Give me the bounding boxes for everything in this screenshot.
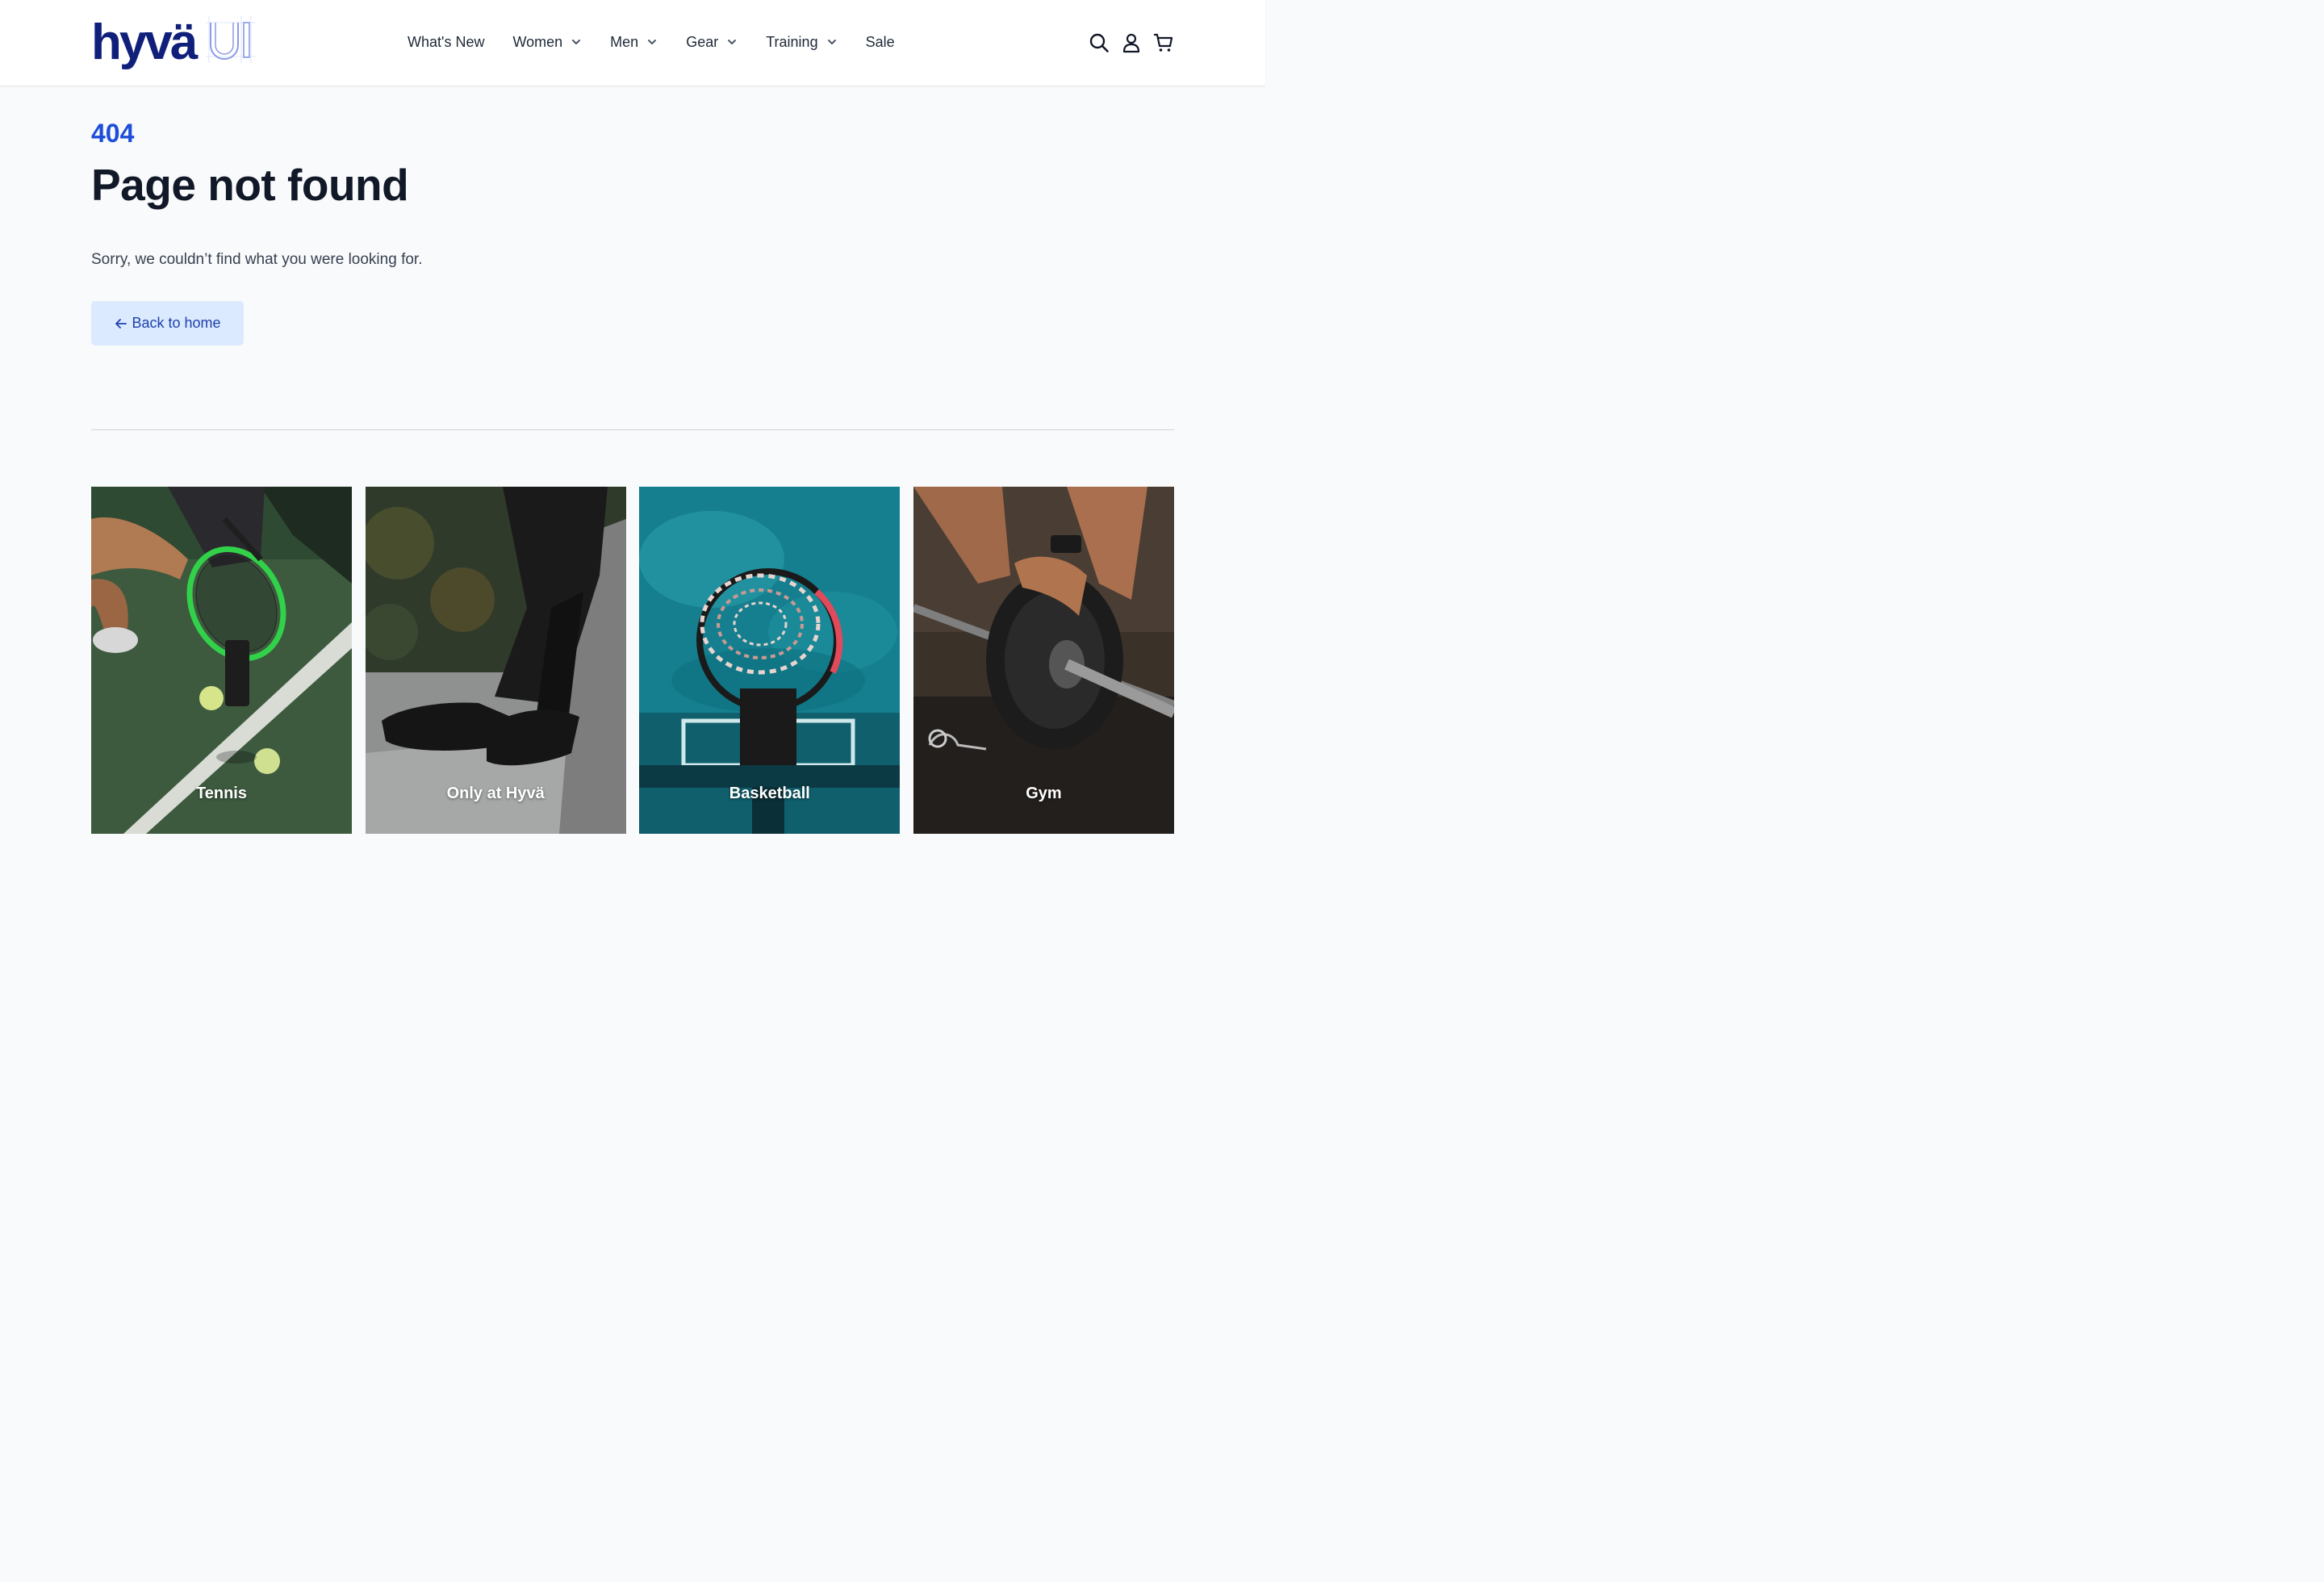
chevron-down-icon: [646, 36, 658, 48]
search-icon: [1089, 33, 1109, 52]
nav-item-whats-new[interactable]: What's New: [408, 34, 484, 51]
back-to-home-button[interactable]: Back to home: [91, 301, 244, 345]
site-header: hyvä What's New Women Men Gear Training …: [0, 0, 1265, 86]
chevron-down-icon: [726, 36, 738, 48]
site-logo[interactable]: hyvä: [91, 16, 261, 73]
category-card-basketball[interactable]: Basketball: [639, 487, 901, 834]
logo-ui-mark: [206, 16, 256, 63]
category-label: Only at Hyvä: [446, 785, 545, 802]
shoes-image: [365, 487, 626, 834]
page-title: Page not found: [91, 160, 409, 210]
tennis-image: [91, 487, 352, 834]
nav-item-sale[interactable]: Sale: [866, 34, 895, 51]
category-label: Basketball: [729, 785, 810, 802]
main-nav: What's New Women Men Gear Training Sale: [408, 24, 923, 60]
account-button[interactable]: [1118, 29, 1145, 56]
nav-item-label: Gear: [686, 33, 719, 50]
gym-weights-image: [913, 487, 1174, 834]
nav-item-label: Men: [610, 33, 639, 50]
nav-item-label: Sale: [865, 33, 895, 50]
nav-item-gear[interactable]: Gear: [686, 34, 738, 51]
nav-item-label: What's New: [408, 33, 485, 50]
nav-item-women[interactable]: Women: [512, 34, 582, 51]
back-to-home-label: Back to home: [132, 315, 221, 331]
nav-item-label: Women: [512, 33, 563, 50]
header-actions: [1085, 29, 1182, 56]
section-divider: [91, 429, 1174, 430]
cart-icon: [1153, 33, 1173, 52]
search-button[interactable]: [1085, 29, 1113, 56]
category-card-gym[interactable]: Gym: [913, 487, 1174, 834]
category-card-tennis[interactable]: Tennis: [91, 487, 352, 834]
category-label: Tennis: [196, 785, 247, 802]
chevron-down-icon: [826, 36, 838, 48]
nav-item-label: Training: [766, 33, 818, 50]
logo-wordmark: hyvä: [91, 15, 198, 70]
cart-button[interactable]: [1150, 29, 1177, 56]
arrow-left-icon: [115, 318, 127, 329]
nav-item-men[interactable]: Men: [610, 34, 658, 51]
account-icon: [1122, 33, 1140, 53]
error-description: Sorry, we couldn’t find what you were lo…: [91, 251, 423, 268]
category-card-only-at-hyva[interactable]: Only at Hyvä: [365, 487, 626, 834]
basketball-hoop-image: [639, 487, 901, 834]
category-label: Gym: [1026, 785, 1062, 802]
chevron-down-icon: [571, 36, 582, 48]
category-cards: Tennis Only at Hyvä Basketball Gym: [91, 487, 1174, 834]
nav-item-training[interactable]: Training: [766, 34, 837, 51]
error-code: 404: [91, 119, 135, 148]
